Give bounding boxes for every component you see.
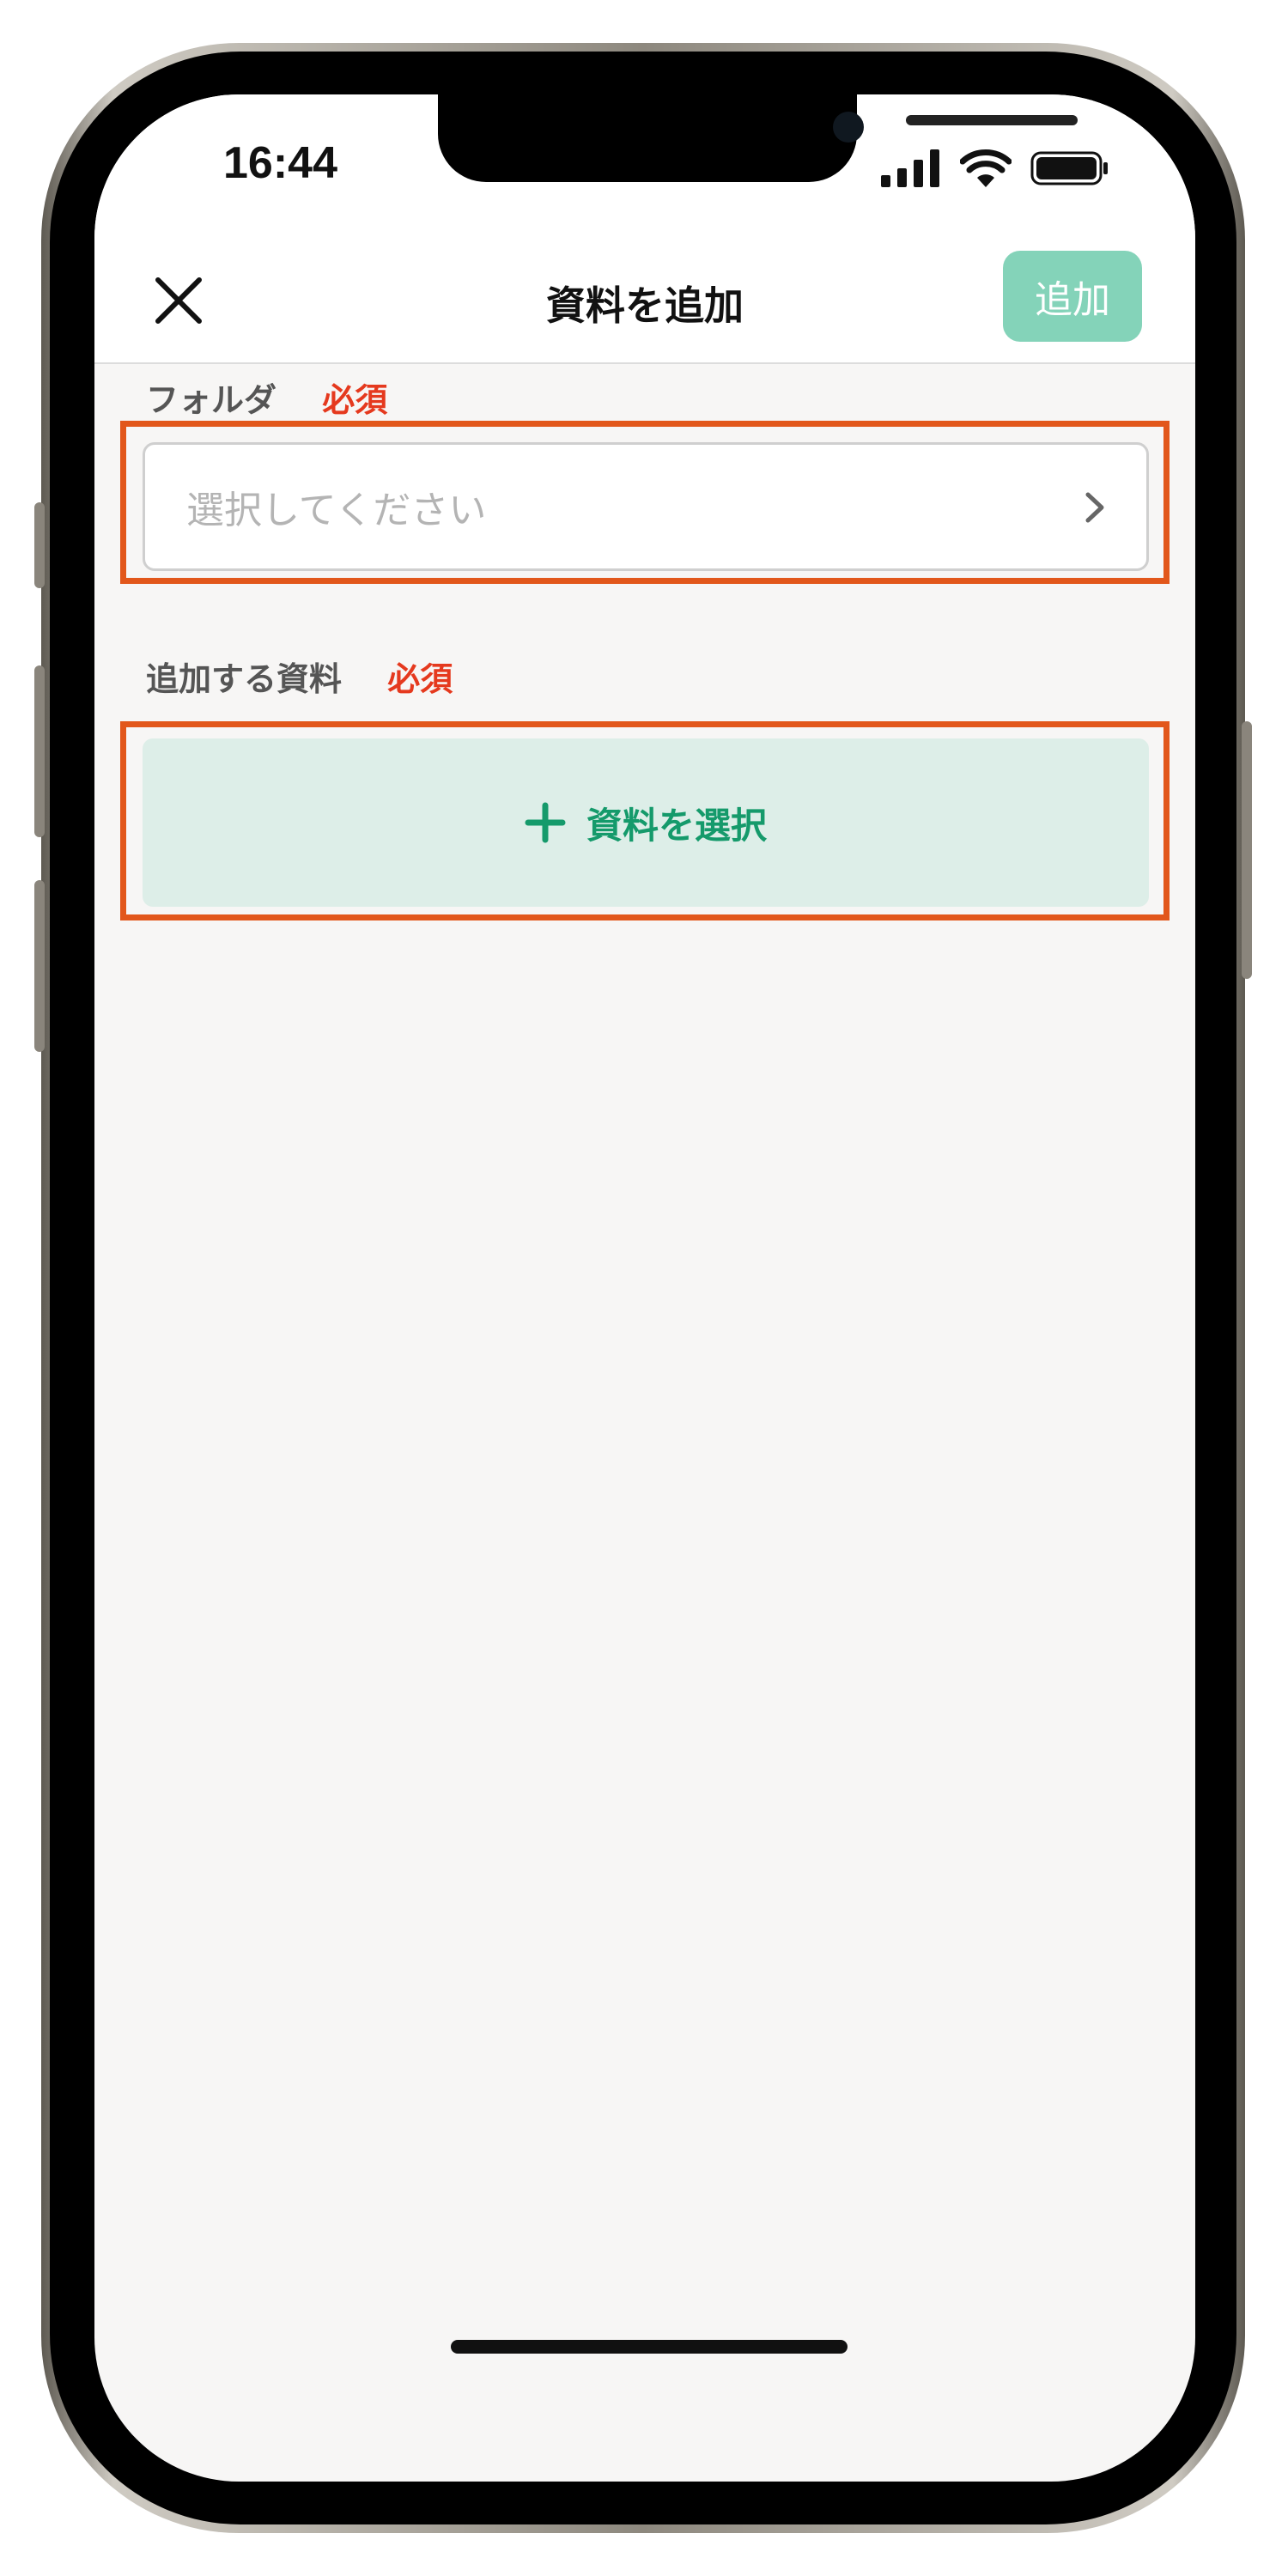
folder-select[interactable]: 選択してください xyxy=(143,442,1149,571)
material-label-text: 追加する資料 xyxy=(146,660,343,698)
home-indicator[interactable] xyxy=(451,2340,848,2354)
speaker xyxy=(906,115,1078,125)
power-button xyxy=(1242,721,1252,979)
material-required-badge: 必須 xyxy=(387,660,453,698)
signal-icon xyxy=(881,149,939,187)
folder-label-text: フォルダ xyxy=(146,381,277,419)
folder-required-badge: 必須 xyxy=(322,381,388,419)
select-material-label: 資料を選択 xyxy=(586,804,767,847)
screen: 16:44 資料を追加 追加 フォルダ 必須 選択してください 追加する資料 必… xyxy=(94,94,1195,2482)
mute-switch xyxy=(34,502,45,588)
wifi-icon xyxy=(960,149,1012,187)
folder-placeholder: 選択してください xyxy=(186,489,487,532)
status-icons xyxy=(881,146,1109,187)
battery-icon xyxy=(1030,151,1108,185)
select-material-content: 資料を選択 xyxy=(143,738,1149,907)
plus-icon xyxy=(525,802,566,843)
select-material-button[interactable]: 資料を選択 xyxy=(143,738,1149,907)
volume-up-button xyxy=(34,665,45,837)
navigation-bar: 資料を追加 追加 xyxy=(94,232,1195,364)
add-button[interactable]: 追加 xyxy=(1003,251,1142,342)
folder-label: フォルダ 必須 xyxy=(146,374,387,421)
material-label: 追加する資料 必須 xyxy=(146,653,453,700)
front-camera xyxy=(833,112,864,143)
status-time: 16:44 xyxy=(223,138,337,188)
notch xyxy=(438,94,1078,182)
volume-down-button xyxy=(34,880,45,1052)
chevron-right-icon xyxy=(1085,492,1104,523)
